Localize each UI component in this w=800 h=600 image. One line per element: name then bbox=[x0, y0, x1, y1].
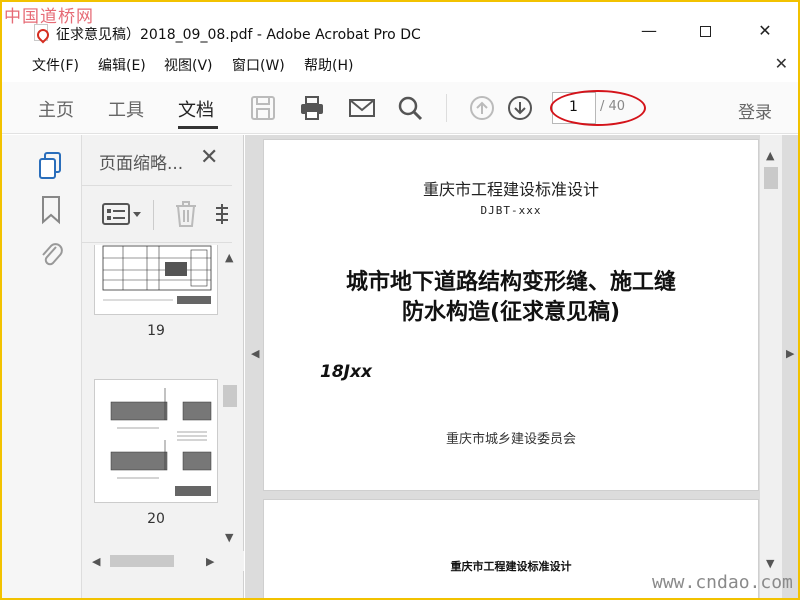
menu-edit[interactable]: 编辑(E) bbox=[98, 55, 146, 75]
thumbnail-drawing bbox=[110, 388, 212, 496]
close-button[interactable]: ✕ bbox=[742, 16, 788, 46]
document-view[interactable]: ◀ 重庆市工程建设标准设计 DJBT-xxx 城市地下道路结构变形缝、施工缝 防… bbox=[245, 135, 798, 598]
thumbnail-vertical-scrollbar[interactable]: ▲ ▼ bbox=[220, 245, 240, 551]
login-button[interactable]: 登录 bbox=[738, 98, 772, 123]
panel-title: 页面缩略... bbox=[99, 154, 184, 174]
page-issuer: 重庆市城乡建设委员会 bbox=[445, 432, 576, 447]
thumbnail-drawing bbox=[102, 245, 212, 304]
page-title-line2: 防水构造(征求意见稿) bbox=[401, 300, 621, 325]
thumbnail-list[interactable]: 19 20 bbox=[82, 245, 222, 571]
tab-tools[interactable]: 工具 bbox=[108, 96, 144, 122]
tab-home[interactable]: 主页 bbox=[38, 96, 74, 122]
attachment-icon[interactable] bbox=[38, 239, 64, 269]
page-thumbnail[interactable] bbox=[94, 245, 218, 315]
bookmark-icon[interactable] bbox=[38, 195, 64, 225]
thumbnail-horizontal-scrollbar[interactable]: ◀ ▶ bbox=[82, 551, 244, 571]
page-standard-code: DJBT-xxx bbox=[480, 204, 542, 217]
navigation-rail bbox=[2, 135, 82, 598]
tab-document[interactable]: 文档 bbox=[178, 96, 214, 122]
document-page: 重庆市工程建设标准设计 DJBT-xxx 城市地下道路结构变形缝、施工缝 防水构… bbox=[263, 139, 759, 491]
page-organization: 重庆市工程建设标准设计 bbox=[422, 180, 599, 199]
maximize-button[interactable] bbox=[682, 16, 728, 46]
window-title: 征求意见稿）2018_09_08.pdf - Adobe Acrobat Pro… bbox=[56, 27, 421, 43]
page-atlas-number: 18Jxx bbox=[320, 362, 372, 382]
scroll-left-icon[interactable]: ◀ bbox=[92, 555, 100, 568]
toolbar: 主页 工具 文档 1 / 40 登录 bbox=[2, 82, 798, 134]
scroll-down-icon[interactable]: ▼ bbox=[225, 531, 233, 544]
menu-window[interactable]: 窗口(W) bbox=[232, 55, 285, 75]
panel-close-button[interactable]: ✕ bbox=[200, 145, 218, 170]
page-down-icon[interactable] bbox=[506, 94, 534, 122]
toolbar-separator bbox=[446, 94, 447, 122]
document-vertical-scrollbar[interactable]: ▲ ▼ bbox=[760, 135, 782, 598]
page-title-line1: 城市地下道路结构变形缝、施工缝 bbox=[345, 270, 676, 295]
mail-icon[interactable] bbox=[348, 94, 376, 122]
scrollbar-thumb[interactable] bbox=[223, 385, 237, 407]
pdf-file-icon bbox=[34, 24, 48, 41]
watermark-bottom: www.cndao.com bbox=[652, 572, 793, 593]
active-tab-indicator bbox=[178, 126, 218, 129]
panel-toolbar-separator bbox=[153, 200, 154, 230]
scrollbar-thumb[interactable] bbox=[764, 167, 778, 189]
maximize-icon bbox=[699, 26, 711, 37]
scroll-right-icon[interactable]: ▶ bbox=[206, 555, 214, 568]
scrollbar-thumb[interactable] bbox=[110, 555, 174, 567]
thumbnail-page-label: 19 bbox=[147, 323, 165, 339]
scroll-up-icon[interactable]: ▲ bbox=[766, 149, 774, 162]
thumbnail-page-label: 20 bbox=[147, 511, 165, 527]
trash-icon[interactable] bbox=[174, 200, 198, 228]
menu-file[interactable]: 文件(F) bbox=[32, 55, 79, 75]
page-thumbnail[interactable] bbox=[94, 379, 218, 503]
search-icon[interactable] bbox=[396, 94, 424, 122]
thumbnail-panel: 页面缩略... ✕ 19 20 ▲ ▼ ◀ ▶ bbox=[82, 135, 244, 598]
menu-view[interactable]: 视图(V) bbox=[164, 55, 213, 75]
menu-help[interactable]: 帮助(H) bbox=[304, 55, 353, 75]
save-icon[interactable] bbox=[249, 94, 277, 122]
acrobat-window: 中国道桥网 征求意见稿）2018_09_08.pdf - Adobe Acrob… bbox=[2, 2, 798, 598]
thumbnail-options-icon[interactable] bbox=[102, 202, 144, 226]
page-thumbnails-icon[interactable] bbox=[38, 151, 64, 181]
scroll-down-icon[interactable]: ▼ bbox=[766, 557, 774, 570]
panel-toolbar bbox=[82, 185, 232, 243]
minimize-button[interactable]: — bbox=[626, 16, 672, 46]
menu-bar: 文件(F) 编辑(E) 视图(V) 窗口(W) 帮助(H) ✕ bbox=[2, 52, 798, 76]
print-icon[interactable] bbox=[298, 94, 326, 122]
scroll-up-icon[interactable]: ▲ bbox=[225, 251, 233, 264]
page-up-icon[interactable] bbox=[468, 94, 496, 122]
red-annotation-ellipse bbox=[550, 90, 646, 126]
collapse-right-icon[interactable]: ▶ bbox=[786, 347, 794, 360]
rotate-page-icon[interactable] bbox=[214, 200, 230, 228]
title-bar: 中国道桥网 征求意见稿）2018_09_08.pdf - Adobe Acrob… bbox=[2, 2, 798, 46]
collapse-left-icon[interactable]: ◀ bbox=[251, 347, 259, 360]
close-document-button[interactable]: ✕ bbox=[775, 54, 788, 73]
